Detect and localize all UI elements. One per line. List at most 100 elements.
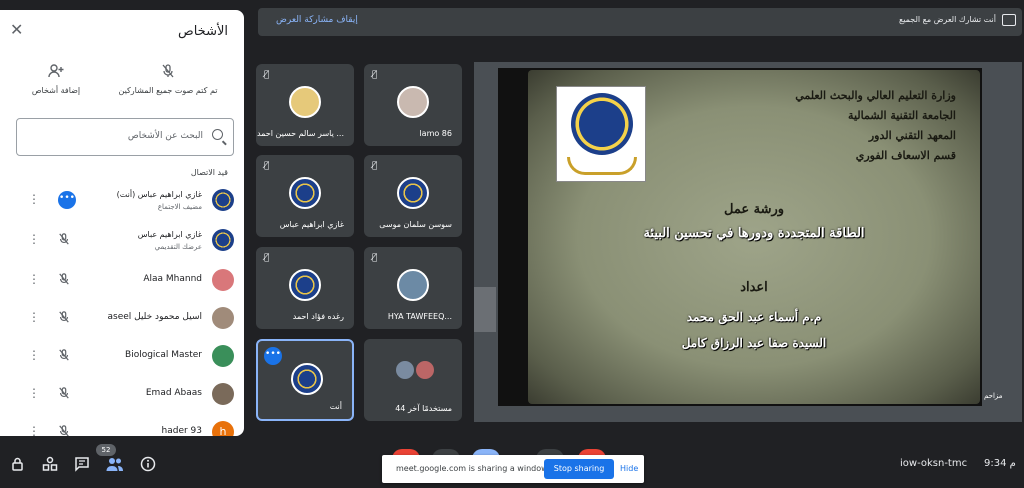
tile-name: أنت (329, 402, 342, 411)
video-tile[interactable]: 🎙̸ ياسر سالم حسين احمد ... (256, 64, 354, 146)
add-person-icon (48, 64, 64, 78)
sharing-message: meet.google.com is sharing a window. (396, 464, 550, 473)
avatar (396, 361, 414, 379)
tile-name: 44 مستخدمًا آخر (395, 404, 452, 413)
avatar (289, 177, 321, 209)
avatar (212, 189, 234, 211)
chat-icon[interactable] (74, 456, 90, 476)
present-screen-icon (1002, 14, 1016, 26)
list-item[interactable]: h hader 93 ⋮ (0, 414, 244, 436)
presentation-slide: وزارة التعليم العالي والبحث العلمي الجام… (498, 68, 982, 406)
video-tile[interactable]: 🎙̸ lamo 86 (364, 64, 462, 146)
avatar (397, 177, 429, 209)
tile-name: رغده فؤاد احمد (292, 312, 344, 321)
add-people-button[interactable]: إضافة أشخاص (6, 64, 106, 95)
mic-off-icon (160, 64, 176, 78)
hide-button[interactable]: Hide (620, 464, 638, 473)
more-vert-icon[interactable]: ⋮ (28, 232, 40, 246)
mic-off-icon (58, 233, 70, 248)
mic-off-icon: 🎙̸ (372, 70, 378, 80)
close-icon[interactable]: ✕ (10, 20, 23, 39)
background-window-text: مزاحم (984, 392, 1003, 400)
avatar: h (212, 421, 234, 436)
more-options-badge-icon[interactable]: ••• (264, 347, 282, 365)
avatar (289, 86, 321, 118)
search-icon (212, 129, 223, 140)
mic-off-icon: 🎙̸ (264, 70, 270, 80)
person-role: مضيف الاجتماع (157, 203, 202, 211)
more-vert-icon[interactable]: ⋮ (28, 424, 40, 436)
avatar (291, 363, 323, 395)
more-vert-icon[interactable]: ⋮ (28, 386, 40, 400)
video-tile[interactable]: 🎙̸ سوسن سلمان موسى (364, 155, 462, 237)
ministry-line: وزارة التعليم العالي والبحث العلمي (795, 89, 956, 102)
more-vert-icon[interactable]: ⋮ (28, 192, 40, 206)
add-people-label: إضافة أشخاص (31, 86, 81, 95)
search-input[interactable]: البحث عن الأشخاص (16, 118, 234, 156)
list-item[interactable]: Emad Abaas ⋮ (0, 376, 244, 414)
host-controls-icon[interactable] (10, 456, 26, 476)
person-name: Alaa Mhannd (143, 274, 202, 284)
mute-all-button[interactable]: تم كتم صوت جميع المشاركين (118, 64, 218, 95)
meeting-code: iow-oksn-tmc (900, 458, 968, 469)
logo-wreath-icon (567, 157, 637, 175)
self-video-tile[interactable]: ••• أنت (256, 339, 354, 421)
video-tile[interactable]: 🎙̸ HYA TAWFEEQ... (364, 247, 462, 329)
ministry-line: المعهد التقني الدور (868, 129, 956, 142)
more-options-badge-icon[interactable]: ••• (58, 191, 76, 209)
stop-sharing-button[interactable]: Stop sharing (544, 459, 614, 479)
mic-off-icon: 🎙̸ (264, 161, 270, 171)
activities-icon[interactable] (42, 456, 58, 476)
people-panel: الأشخاص ✕ إضافة أشخاص تم كتم صوت جميع ال… (0, 10, 244, 436)
video-tile[interactable]: 🎙̸ غازي ابراهيم عباس (256, 155, 354, 237)
person-name: aseel اسيل محمود خليل (107, 312, 202, 322)
author-name: السيدة صفا عبد الرزاق كامل (681, 336, 827, 350)
section-label-in-call: قيد الاتصال (190, 168, 228, 177)
ministry-heading: وزارة التعليم العالي والبحث العلمي الجام… (795, 86, 956, 166)
list-item[interactable]: Alaa Mhannd ⋮ (0, 262, 244, 300)
person-name: Biological Master (125, 350, 202, 360)
tile-name: سوسن سلمان موسى (379, 220, 452, 229)
more-vert-icon[interactable]: ⋮ (28, 310, 40, 324)
avatar (212, 345, 234, 367)
people-icon[interactable] (106, 456, 124, 476)
clock: 9:34 م (984, 458, 1016, 469)
video-tile[interactable]: 🎙̸ رغده فؤاد احمد (256, 247, 354, 329)
participants-count-badge: 52 (96, 444, 116, 456)
presenting-note: أنت تشارك العرض مع الجميع (898, 15, 996, 24)
institute-logo (556, 86, 646, 182)
tile-name: lamo 86 (419, 129, 452, 138)
others-tile[interactable]: 44 مستخدمًا آخر (364, 339, 462, 421)
mic-off-icon: 🎙̸ (264, 253, 270, 263)
avatar (397, 86, 429, 118)
ministry-line: الجامعة التقنية الشمالية (848, 109, 956, 122)
list-item[interactable]: غازي ابراهيم عباس (أنت) مضيف الاجتماع ••… (0, 182, 244, 220)
more-vert-icon[interactable]: ⋮ (28, 272, 40, 286)
more-vert-icon[interactable]: ⋮ (28, 348, 40, 362)
tile-name: HYA TAWFEEQ... (387, 312, 452, 321)
person-name: Emad Abaas (145, 388, 202, 398)
list-item[interactable]: غازي ابراهيم عباس عرضك التقديمي ⋮ (0, 222, 244, 260)
avatar (289, 269, 321, 301)
tile-name: غازي ابراهيم عباس (279, 220, 344, 229)
avatar (212, 229, 234, 251)
mic-off-icon (58, 273, 70, 288)
mic-off-icon: 🎙̸ (372, 253, 378, 263)
avatar (397, 269, 429, 301)
info-icon[interactable] (140, 456, 156, 476)
presentation-edge (474, 287, 496, 332)
mute-all-label: تم كتم صوت جميع المشاركين (118, 86, 218, 95)
avatar (212, 383, 234, 405)
search-placeholder: البحث عن الأشخاص (127, 131, 203, 141)
list-item[interactable]: aseel اسيل محمود خليل ⋮ (0, 300, 244, 338)
avatar (416, 361, 434, 379)
avatar (212, 269, 234, 291)
list-item[interactable]: Biological Master ⋮ (0, 338, 244, 376)
author-name: م.م أسماء عبد الحق محمد (686, 310, 822, 324)
mic-off-icon (58, 311, 70, 326)
logo-emblem-icon (571, 93, 633, 155)
prepared-by-label: اعداد (740, 280, 768, 295)
panel-title: الأشخاص (178, 24, 228, 39)
workshop-title: الطاقة المتجددة ودورها في تحسين البيئة (643, 226, 865, 241)
stop-presenting-link[interactable]: إيقاف مشاركة العرض (276, 15, 358, 25)
